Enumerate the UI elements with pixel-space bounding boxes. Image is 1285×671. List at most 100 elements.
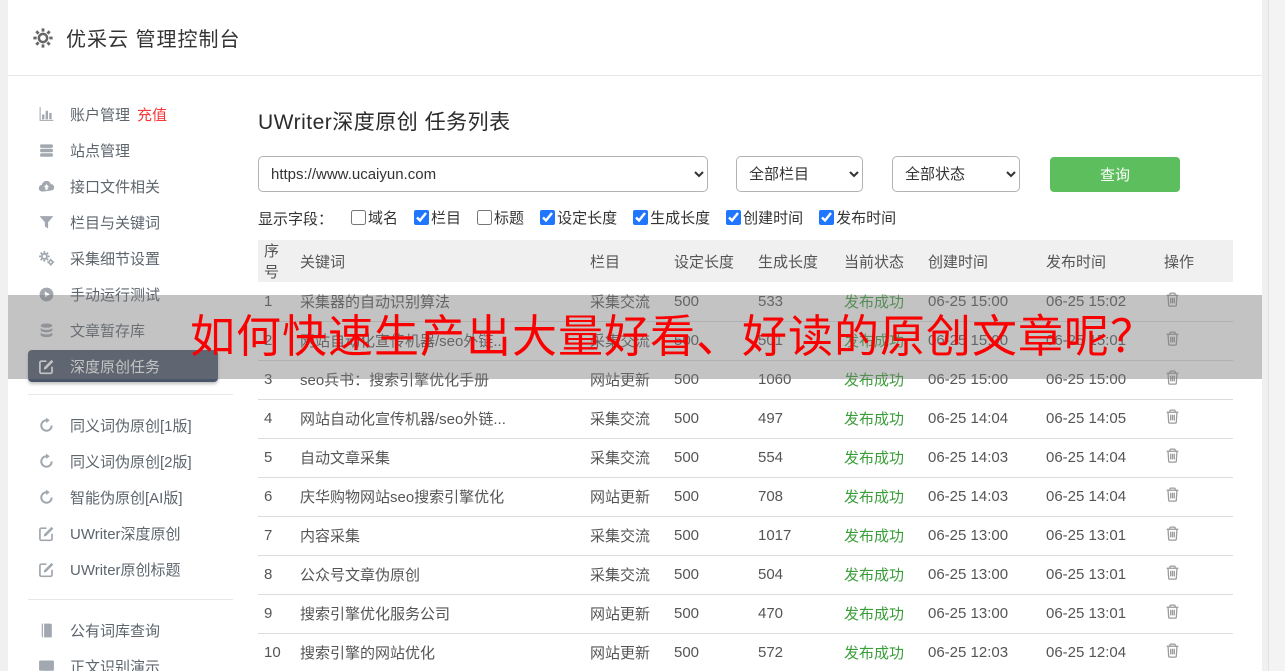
site-select[interactable]: https://www.ucaiyun.com	[258, 156, 708, 192]
sidebar-item-账户管理[interactable]: 账户管理 充值	[8, 96, 250, 132]
cell-set-length: 500	[668, 516, 752, 556]
cell-created-time: 06-25 13:00	[922, 594, 1040, 634]
checkbox-label: 设定长度	[557, 210, 618, 227]
cell-gen-length: 708	[752, 477, 838, 517]
cell-action	[1158, 438, 1233, 478]
cell-keyword: 内容采集	[294, 516, 584, 556]
cell-keyword: 公众号文章伪原创	[294, 555, 584, 595]
refresh-icon	[38, 453, 55, 470]
sidebar-item-采集细节设置[interactable]: 采集细节设置	[8, 240, 250, 276]
category-select[interactable]: 全部栏目	[736, 156, 863, 192]
checkbox-input[interactable]	[819, 210, 835, 225]
cell-index: 6	[258, 477, 294, 517]
delete-button[interactable]	[1164, 447, 1181, 464]
checkbox-input[interactable]	[477, 210, 493, 225]
checkbox-label: 标题	[494, 210, 525, 227]
delete-button[interactable]	[1164, 408, 1181, 425]
app-header: 优采云 管理控制台	[8, 0, 1262, 76]
sidebar-item-公有词库查询[interactable]: 公有词库查询	[8, 612, 250, 648]
sidebar-item-同义词伪原创[1版][interactable]: 同义词伪原创[1版]	[8, 407, 250, 443]
sidebar-item-label: 站点管理	[70, 142, 131, 160]
cell-status: 发布成功	[838, 516, 922, 556]
delete-button[interactable]	[1164, 603, 1181, 620]
cell-gen-length: 497	[752, 399, 838, 439]
cell-keyword: 自动文章采集	[294, 438, 584, 478]
column-header-当前状态: 当前状态	[838, 240, 922, 282]
column-header-栏目: 栏目	[584, 240, 668, 282]
checkbox-label: 创建时间	[743, 210, 804, 227]
field-checkbox-栏目[interactable]: 栏目	[414, 207, 461, 228]
delete-button[interactable]	[1164, 564, 1181, 581]
sidebar-item-label: 正文识别演示	[70, 658, 161, 671]
cell-index: 8	[258, 555, 294, 595]
column-header-设定长度: 设定长度	[668, 240, 752, 282]
cell-published-time: 06-25 12:04	[1040, 633, 1158, 671]
recharge-badge[interactable]: 充值	[137, 104, 167, 125]
cell-keyword: 网站自动化宣传机器/seo外链...	[294, 399, 584, 439]
sidebar-item-接口文件相关[interactable]: 接口文件相关	[8, 168, 250, 204]
filter-icon	[38, 214, 55, 231]
sidebar-item-站点管理[interactable]: 站点管理	[8, 132, 250, 168]
cell-action	[1158, 399, 1233, 439]
checkbox-input[interactable]	[540, 210, 556, 225]
sidebar-item-UWriter原创标题[interactable]: UWriter原创标题	[8, 551, 250, 587]
sidebar-item-正文识别演示[interactable]: 正文识别演示	[8, 648, 250, 671]
cell-status: 发布成功	[838, 555, 922, 595]
page-title: UWriter深度原创 任务列表	[258, 111, 511, 134]
sidebar-divider	[28, 599, 233, 600]
sidebar-item-label: 智能伪原创[AI版]	[70, 489, 183, 507]
cell-category: 采集交流	[584, 516, 668, 556]
cell-status: 发布成功	[838, 594, 922, 634]
delete-button[interactable]	[1164, 486, 1181, 503]
sidebar-item-智能伪原创[AI版][interactable]: 智能伪原创[AI版]	[8, 479, 250, 515]
checkbox-input[interactable]	[414, 210, 430, 225]
refresh-icon	[38, 489, 55, 506]
bar-chart-icon	[38, 106, 55, 123]
delete-button[interactable]	[1164, 525, 1181, 542]
sidebar-item-同义词伪原创[2版][interactable]: 同义词伪原创[2版]	[8, 443, 250, 479]
checkbox-input[interactable]	[633, 210, 649, 225]
edit-icon	[38, 561, 55, 578]
cell-set-length: 500	[668, 633, 752, 671]
checkbox-input[interactable]	[726, 210, 742, 225]
cell-category: 采集交流	[584, 438, 668, 478]
cell-category: 网站更新	[584, 594, 668, 634]
table-row: 4 网站自动化宣传机器/seo外链... 采集交流 500 497 发布成功 06-25 1…	[258, 399, 1233, 439]
checkbox-input[interactable]	[351, 210, 367, 225]
field-checkbox-设定长度[interactable]: 设定长度	[540, 207, 617, 228]
field-checkbox-域名[interactable]: 域名	[351, 207, 398, 228]
sidebar-item-栏目与关键词[interactable]: 栏目与关键词	[8, 204, 250, 240]
sidebar-item-UWriter深度原创[interactable]: UWriter深度原创	[8, 515, 250, 551]
field-checkbox-发布时间[interactable]: 发布时间	[819, 207, 896, 228]
field-checkbox-标题[interactable]: 标题	[477, 207, 524, 228]
cell-category: 采集交流	[584, 399, 668, 439]
delete-button[interactable]	[1164, 642, 1181, 659]
table-row: 8 公众号文章伪原创 采集交流 500 504 发布成功 06-25 13:00 06-25 …	[258, 555, 1233, 595]
cell-status: 发布成功	[838, 438, 922, 478]
server-icon	[38, 142, 55, 159]
sidebar-divider	[28, 394, 233, 395]
status-select[interactable]: 全部状态	[892, 156, 1020, 192]
cell-index: 7	[258, 516, 294, 556]
vertical-scrollbar[interactable]	[1268, 0, 1285, 671]
column-header-创建时间: 创建时间	[922, 240, 1040, 282]
display-fields-label: 显示字段：	[258, 210, 334, 228]
cell-set-length: 500	[668, 399, 752, 439]
table-row: 7 内容采集 采集交流 500 1017 发布成功 06-25 13:00 06-25 13:…	[258, 516, 1233, 556]
field-checkbox-创建时间[interactable]: 创建时间	[726, 207, 803, 228]
cell-set-length: 500	[668, 438, 752, 478]
column-header-发布时间: 发布时间	[1040, 240, 1158, 282]
field-checkbox-生成长度[interactable]: 生成长度	[633, 207, 710, 228]
cell-published-time: 06-25 14:05	[1040, 399, 1158, 439]
checkbox-label: 生成长度	[650, 210, 711, 227]
cell-category: 网站更新	[584, 477, 668, 517]
query-button[interactable]: 查询	[1050, 156, 1180, 192]
cell-status: 发布成功	[838, 477, 922, 517]
column-header-操作: 操作	[1158, 240, 1233, 282]
column-header-生成长度: 生成长度	[752, 240, 838, 282]
cell-keyword: 搜索引擎的网站优化	[294, 633, 584, 671]
cell-set-length: 500	[668, 477, 752, 517]
cell-category: 采集交流	[584, 555, 668, 595]
table-row: 9 搜索引擎优化服务公司 网站更新 500 470 发布成功 06-25 13:00 06-2…	[258, 594, 1233, 634]
checkbox-label: 栏目	[431, 210, 462, 227]
